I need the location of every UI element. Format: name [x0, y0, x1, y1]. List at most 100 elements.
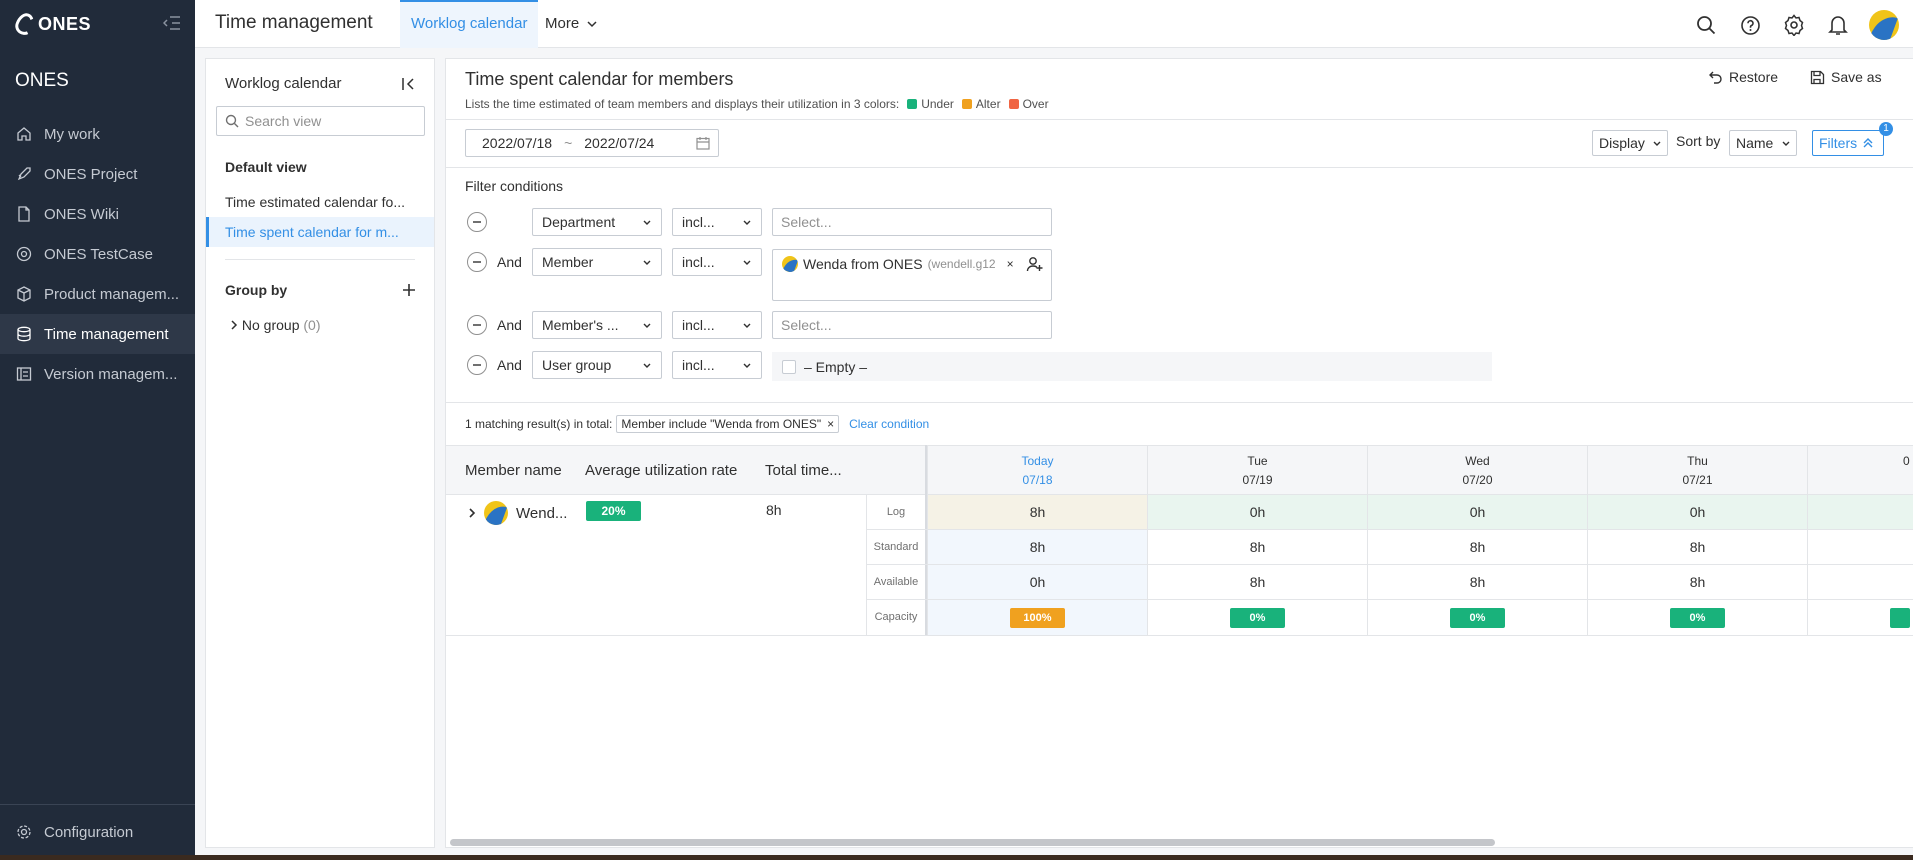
- search-view-input[interactable]: [245, 113, 415, 129]
- log-cell[interactable]: 0h: [1587, 495, 1807, 530]
- page-title: Time spent calendar for members: [465, 69, 734, 89]
- user-avatar[interactable]: [1869, 10, 1899, 40]
- settings-icon[interactable]: [1781, 12, 1807, 38]
- filters-count-badge: 1: [1879, 122, 1893, 136]
- day-date: 07/18: [1022, 473, 1053, 487]
- bottom-edge: [0, 855, 1913, 860]
- column-member-name[interactable]: Member name: [465, 462, 562, 479]
- chevron-down-icon: [643, 323, 651, 328]
- page-description: Lists the time estimated of team members…: [465, 97, 1049, 111]
- add-user-icon[interactable]: [1026, 255, 1044, 273]
- filter-field-department[interactable]: Department: [532, 208, 662, 236]
- sidebar-item-ones-testcase[interactable]: ONES TestCase: [0, 234, 195, 274]
- search-view-field[interactable]: [216, 106, 425, 136]
- remove-condition-button[interactable]: [467, 315, 487, 335]
- row-divider: [866, 529, 1913, 530]
- log-cell[interactable]: 8h: [927, 495, 1147, 530]
- available-cell: [1807, 565, 1913, 600]
- sidebar-item-configuration[interactable]: Configuration: [0, 805, 195, 859]
- filter-field-members-dept[interactable]: Member's ...: [532, 311, 662, 339]
- remove-condition-icon[interactable]: ×: [827, 417, 834, 431]
- sidebar-item-label: ONES Project: [44, 165, 138, 183]
- capacity-badge: 0%: [1670, 608, 1725, 629]
- member-tag: Wenda from ONES (wendell.g12 ×: [782, 256, 1014, 272]
- filter-operator[interactable]: incl...: [672, 311, 762, 339]
- member-name: Wend...: [516, 504, 568, 522]
- day-column: Tue 07/19: [1147, 445, 1367, 495]
- row-label-available: Available: [866, 565, 925, 600]
- filter-operator[interactable]: incl...: [672, 208, 762, 236]
- sidebar-item-ones-project[interactable]: ONES Project: [0, 154, 195, 194]
- filter-value-select[interactable]: Select...: [772, 311, 1052, 339]
- sort-by-dropdown[interactable]: Name: [1729, 130, 1797, 156]
- sidebar-item-version-management[interactable]: Version managem...: [0, 354, 195, 394]
- filters-button[interactable]: Filters 1: [1812, 122, 1893, 156]
- view-time-estimated-calendar[interactable]: Time estimated calendar fo...: [206, 187, 434, 217]
- member-row-expander[interactable]: Wend...: [468, 501, 567, 525]
- sidebar-bottom: Configuration: [0, 804, 195, 859]
- log-cell[interactable]: 0h: [1367, 495, 1587, 530]
- sidebar-item-label: ONES Wiki: [44, 205, 119, 223]
- database-icon: [17, 326, 31, 342]
- empty-checkbox[interactable]: [782, 359, 796, 374]
- restore-label: Restore: [1729, 69, 1779, 85]
- row-label-capacity: Capacity: [866, 600, 925, 635]
- member-select-field[interactable]: Wenda from ONES (wendell.g12 ×: [772, 249, 1052, 301]
- log-cell[interactable]: [1807, 495, 1913, 530]
- collapse-panel-icon[interactable]: [400, 75, 418, 93]
- day-date: 07/19: [1242, 473, 1273, 487]
- help-icon[interactable]: [1737, 12, 1763, 38]
- sidebar-item-my-work[interactable]: My work: [0, 114, 195, 154]
- sidebar-item-product-management[interactable]: Product managem...: [0, 274, 195, 314]
- filter-operator[interactable]: incl...: [672, 248, 762, 276]
- column-total-time[interactable]: Total time...: [765, 462, 842, 479]
- collapse-sidebar-icon[interactable]: [163, 15, 181, 31]
- empty-option-area: – Empty –: [772, 352, 1492, 381]
- date-from: 2022/07/18: [482, 135, 553, 151]
- row-divider: [866, 564, 1913, 565]
- default-view-heading: Default view: [225, 159, 307, 175]
- chevron-down-icon: [743, 220, 751, 225]
- sidebar-item-label: Product managem...: [44, 285, 180, 303]
- remove-tag-icon[interactable]: ×: [1007, 257, 1014, 271]
- ones-logo[interactable]: ONES: [12, 10, 91, 38]
- standard-cell: 8h: [1147, 530, 1367, 565]
- chevron-right-icon: [231, 320, 238, 330]
- remove-condition-button[interactable]: [467, 252, 487, 272]
- results-summary: 1 matching result(s) in total: Member in…: [465, 415, 929, 433]
- capacity-badge: 0%: [1450, 608, 1505, 629]
- display-dropdown[interactable]: Display: [1592, 130, 1668, 156]
- filter-operator-label: incl...: [682, 317, 715, 333]
- filter-field-user-group[interactable]: User group: [532, 351, 662, 379]
- capacity-cell: 0%: [1587, 600, 1807, 635]
- tab-more[interactable]: More: [545, 0, 597, 48]
- remove-condition-button[interactable]: [467, 212, 487, 232]
- chevron-down-icon: [643, 220, 651, 225]
- group-item-no-group[interactable]: No group (0): [230, 317, 321, 333]
- sidebar-item-time-management[interactable]: Time management: [0, 314, 195, 354]
- filter-operator[interactable]: incl...: [672, 351, 762, 379]
- filter-field-member[interactable]: Member: [532, 248, 662, 276]
- restore-button[interactable]: Restore: [1709, 69, 1778, 85]
- column-avg-utilization[interactable]: Average utilization rate: [585, 462, 737, 479]
- log-cell[interactable]: 0h: [1147, 495, 1367, 530]
- save-as-button[interactable]: Save as: [1810, 69, 1882, 85]
- add-group-icon[interactable]: [399, 280, 419, 300]
- search-icon[interactable]: [1693, 12, 1719, 38]
- standard-cell: 8h: [1367, 530, 1587, 565]
- day-date: 07/21: [1682, 473, 1713, 487]
- sidebar-item-ones-wiki[interactable]: ONES Wiki: [0, 194, 195, 234]
- remove-condition-button[interactable]: [467, 355, 487, 375]
- tab-worklog-calendar[interactable]: Worklog calendar: [400, 0, 539, 48]
- sidebar: ONES ONES My work ONES Project ONES Wiki…: [0, 0, 195, 860]
- panel-title: Worklog calendar: [225, 75, 342, 92]
- clear-condition-link[interactable]: Clear condition: [849, 417, 929, 431]
- bell-icon[interactable]: [1825, 12, 1851, 38]
- date-range-picker[interactable]: 2022/07/18 ~ 2022/07/24: [465, 129, 719, 157]
- day-date: 0: [1903, 454, 1910, 468]
- view-time-spent-calendar[interactable]: Time spent calendar for m...: [206, 217, 434, 247]
- horizontal-scrollbar[interactable]: [450, 839, 1495, 846]
- home-icon: [17, 127, 31, 141]
- filter-value-select[interactable]: Select...: [772, 208, 1052, 236]
- chevron-down-icon: [643, 363, 651, 368]
